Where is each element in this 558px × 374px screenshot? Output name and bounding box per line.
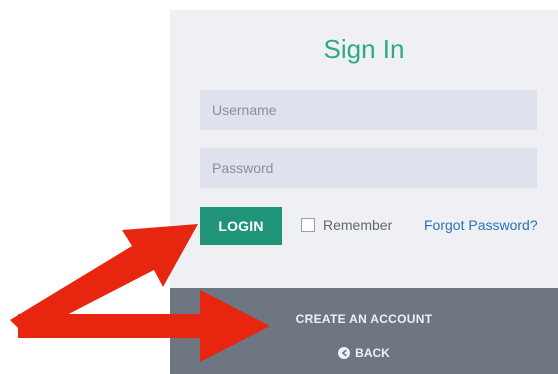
forgot-password-link[interactable]: Forgot Password? — [424, 217, 538, 233]
back-label: BACK — [355, 346, 390, 360]
account-footer: CREATE AN ACCOUNT BACK — [170, 288, 558, 374]
password-input[interactable] — [200, 148, 537, 188]
screenshot-stage: Sign In LOGIN Remember Forgot Password? … — [0, 0, 558, 374]
page-title: Sign In — [323, 34, 405, 64]
remember-label: Remember — [323, 217, 393, 233]
remember-option[interactable]: Remember — [301, 217, 392, 233]
username-input[interactable] — [200, 90, 537, 130]
back-circle-icon — [338, 347, 351, 359]
create-account-link[interactable]: CREATE AN ACCOUNT — [170, 312, 558, 326]
signin-panel: Sign In LOGIN Remember Forgot Password? … — [170, 10, 558, 374]
back-link[interactable]: BACK — [170, 346, 558, 360]
login-button[interactable]: LOGIN — [200, 207, 282, 245]
remember-checkbox[interactable] — [301, 218, 315, 232]
